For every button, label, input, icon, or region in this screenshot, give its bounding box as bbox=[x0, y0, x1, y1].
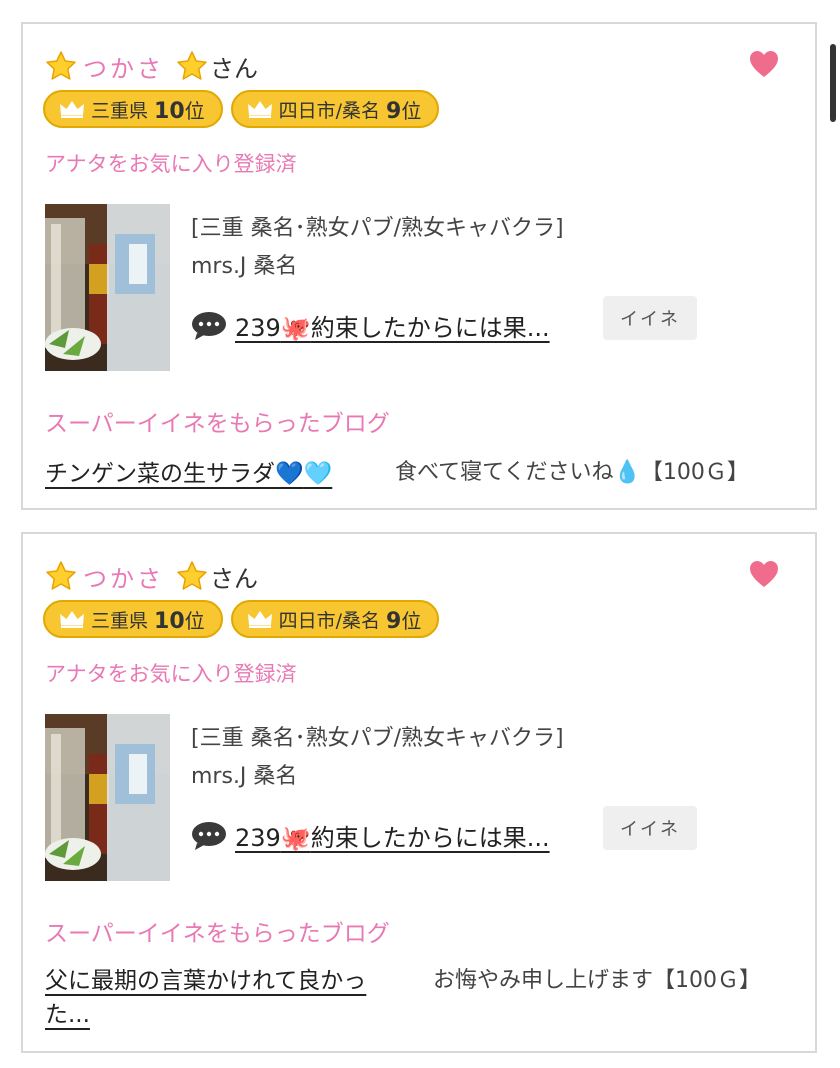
user-card: つかさ さん 三重県 10位 四日市/桑名 9位 アナタをお気に入り登録済 [三… bbox=[21, 532, 817, 1053]
crown-icon bbox=[60, 611, 84, 628]
rank-area: 四日市/桑名 bbox=[278, 609, 381, 632]
speech-bubble-icon bbox=[192, 821, 226, 850]
user-name[interactable]: つかさ bbox=[83, 49, 164, 84]
name-suffix: さん bbox=[210, 564, 258, 593]
blue-heart-emoji: 💙 bbox=[275, 461, 304, 487]
ranking-badges: 三重県 10位 四日市/桑名 9位 bbox=[43, 600, 440, 638]
shop-category: [三重 桑名･熟女パブ/熟女キャバクラ] bbox=[191, 726, 564, 751]
rank-badge: 四日市/桑名 9位 bbox=[230, 600, 440, 638]
octopus-emoji: 🐙 bbox=[280, 824, 311, 852]
star-icon bbox=[45, 560, 77, 592]
heart-icon[interactable] bbox=[749, 50, 779, 78]
rank-area: 三重県 bbox=[91, 609, 149, 632]
shop-photo[interactable] bbox=[45, 204, 170, 371]
crown-icon bbox=[60, 101, 84, 118]
octopus-emoji: 🐙 bbox=[280, 314, 311, 342]
latest-comment-link[interactable]: 239🐙約束したからには果... bbox=[235, 308, 550, 343]
rank-area: 四日市/桑名 bbox=[278, 99, 381, 122]
blog-title-link[interactable]: 父に最期の言葉かけれて良かった... bbox=[45, 964, 401, 1032]
iine-button[interactable]: イイネ bbox=[603, 296, 697, 340]
star-icon bbox=[176, 560, 208, 592]
super-iine-label: スーパーイイネをもらったブログ bbox=[45, 411, 390, 437]
rank-number: 10位 bbox=[154, 608, 205, 634]
comment-row[interactable]: 239🐙約束したからには果... bbox=[191, 818, 550, 853]
blog-comment: 食べて寝てくださいね💧【100Ｇ】 bbox=[395, 460, 749, 485]
rank-badge: 三重県 10位 bbox=[43, 90, 223, 128]
super-iine-label: スーパーイイネをもらったブログ bbox=[45, 921, 390, 947]
shop-category: [三重 桑名･熟女パブ/熟女キャバクラ] bbox=[191, 216, 564, 241]
name-suffix: さん bbox=[210, 54, 258, 83]
light-blue-heart-emoji: 🩵 bbox=[303, 461, 333, 487]
shop-name[interactable]: mrs.J 桑名 bbox=[191, 758, 297, 790]
favorite-status: アナタをお気に入り登録済 bbox=[45, 152, 297, 176]
user-name-row[interactable]: つかさ さん bbox=[45, 558, 258, 594]
rank-area: 三重県 bbox=[91, 99, 149, 122]
scrollbar[interactable] bbox=[830, 44, 836, 122]
rank-number: 9位 bbox=[386, 608, 422, 634]
speech-bubble-icon bbox=[192, 311, 226, 340]
rank-number: 9位 bbox=[386, 98, 422, 124]
comment-row[interactable]: 239🐙約束したからには果... bbox=[191, 308, 550, 343]
user-card: つかさ さん 三重県 10位 四日市/桑名 9位 アナタをお気に入り登録済 [三… bbox=[21, 22, 817, 510]
crown-icon bbox=[247, 101, 272, 118]
favorite-status: アナタをお気に入り登録済 bbox=[45, 662, 297, 686]
latest-comment-link[interactable]: 239🐙約束したからには果... bbox=[235, 818, 550, 853]
star-icon bbox=[176, 50, 208, 82]
blog-comment: お悔やみ申し上げます【100Ｇ】 bbox=[433, 968, 761, 993]
shop-photo[interactable] bbox=[45, 714, 170, 881]
user-name[interactable]: つかさ bbox=[83, 559, 164, 594]
star-icon bbox=[45, 50, 77, 82]
rank-badge: 三重県 10位 bbox=[43, 600, 223, 638]
droplet-emoji: 💧 bbox=[613, 460, 641, 485]
iine-button[interactable]: イイネ bbox=[603, 806, 697, 850]
blog-title-link[interactable]: チンゲン菜の生サラダ💙🩵 bbox=[45, 454, 332, 488]
rank-badge: 四日市/桑名 9位 bbox=[230, 90, 440, 128]
user-name-row[interactable]: つかさ さん bbox=[45, 48, 258, 84]
crown-icon bbox=[247, 611, 272, 628]
shop-name[interactable]: mrs.J 桑名 bbox=[191, 248, 297, 280]
rank-number: 10位 bbox=[154, 98, 205, 124]
ranking-badges: 三重県 10位 四日市/桑名 9位 bbox=[43, 90, 440, 128]
heart-icon[interactable] bbox=[749, 560, 779, 588]
